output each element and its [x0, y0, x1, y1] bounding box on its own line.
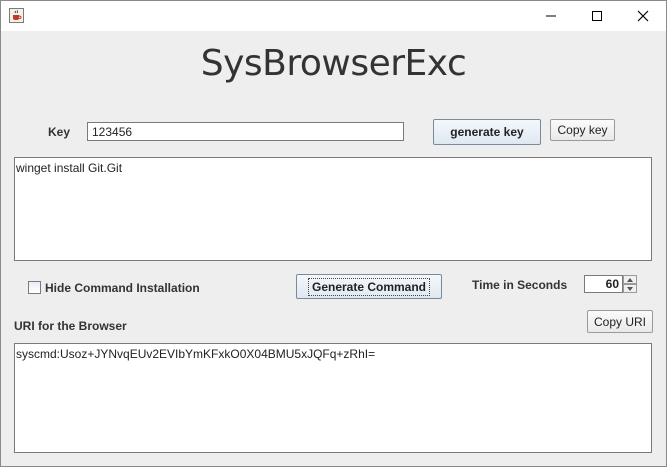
uri-textarea[interactable]: syscmd:Usoz+JYNvqEUv2EVIbYmKFxkO0X04BMU5…: [14, 343, 652, 453]
key-label: Key: [48, 125, 71, 139]
title-bar[interactable]: [1, 1, 666, 31]
copy-uri-button[interactable]: Copy URI: [587, 310, 653, 333]
minimize-icon: [546, 15, 556, 17]
generate-key-button[interactable]: generate key: [433, 119, 541, 145]
chevron-down-icon: [627, 286, 633, 291]
spinner-up-button[interactable]: [623, 275, 637, 284]
copy-key-button[interactable]: Copy key: [550, 119, 615, 141]
close-button[interactable]: [620, 1, 666, 31]
maximize-icon: [592, 11, 602, 21]
hide-command-label: Hide Command Installation: [45, 281, 200, 295]
page-title: SysBrowserExc: [200, 43, 467, 84]
time-seconds-field[interactable]: 60: [584, 275, 623, 293]
generate-command-button[interactable]: Generate Command: [296, 274, 442, 299]
uri-label: URI for the Browser: [14, 319, 127, 333]
generate-command-label: Generate Command: [307, 277, 431, 296]
spinner-down-button[interactable]: [623, 284, 637, 293]
time-label: Time in Seconds: [472, 278, 568, 292]
hide-command-checkbox[interactable]: [28, 281, 41, 294]
app-window: SysBrowserExc Key generate key Copy key …: [0, 0, 667, 467]
close-icon: [637, 10, 649, 22]
java-cup-icon: [9, 8, 24, 23]
maximize-button[interactable]: [574, 1, 620, 31]
key-input[interactable]: [87, 122, 404, 141]
command-textarea[interactable]: winget install Git.Git: [14, 157, 652, 261]
minimize-button[interactable]: [528, 1, 574, 31]
chevron-up-icon: [627, 277, 633, 282]
